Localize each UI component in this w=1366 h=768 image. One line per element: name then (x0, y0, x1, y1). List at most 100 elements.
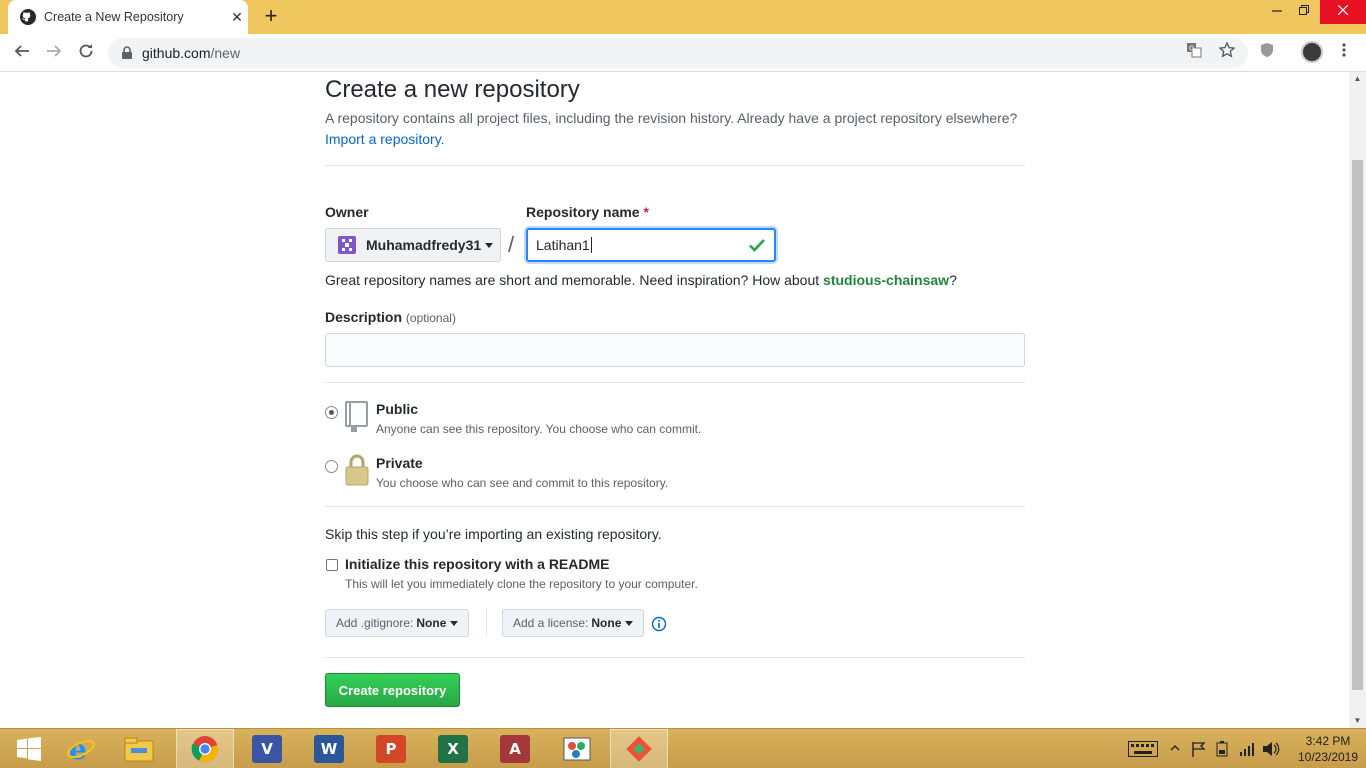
gitignore-label: Add .gitignore: (336, 616, 414, 630)
owner-label: Owner (325, 204, 369, 220)
skip-text: Skip this step if you’re importing an ex… (325, 526, 662, 542)
menu-dots-icon[interactable] (1340, 42, 1348, 62)
import-repository-link[interactable]: Import a repository. (325, 131, 445, 147)
show-hidden-icons-icon[interactable] (1170, 740, 1180, 759)
page-scrollbar[interactable]: ▲ ▼ (1349, 72, 1366, 728)
readme-title[interactable]: Initialize this repository with a README (345, 556, 609, 572)
public-title: Public (376, 401, 419, 417)
public-note: Anyone can see this repository. You choo… (376, 422, 702, 436)
translate-icon[interactable]: G (1183, 42, 1205, 64)
shield-extension-icon[interactable] (1256, 42, 1278, 64)
url-text: github.com/new (142, 45, 240, 61)
restore-icon[interactable] (1286, 0, 1322, 24)
lock-icon (122, 46, 132, 59)
repo-name-input[interactable]: Latihan1 (526, 228, 776, 262)
intro-text: A repository contains all project files,… (325, 108, 1035, 150)
new-tab-button[interactable]: + (258, 4, 284, 30)
tab-close-icon[interactable]: ✕ (226, 9, 248, 26)
svg-text:G: G (1189, 45, 1194, 53)
windows-taskbar: e V W P X A 3:42 PM 10/23/2019 (0, 728, 1366, 768)
divider (325, 165, 1025, 166)
access-letter: A (500, 735, 530, 763)
divider (325, 657, 1025, 658)
visio-letter: V (252, 735, 282, 763)
bookmark-star-icon[interactable] (1216, 41, 1238, 64)
system-clock[interactable]: 3:42 PM 10/23/2019 (1290, 733, 1366, 765)
lock-icon (345, 454, 369, 486)
windows-start-icon[interactable] (0, 729, 58, 768)
private-radio[interactable] (325, 460, 338, 473)
scroll-up-icon[interactable]: ▲ (1349, 72, 1366, 86)
powerpoint-icon[interactable]: P (362, 729, 420, 768)
public-radio[interactable] (325, 406, 338, 419)
clock-time: 3:42 PM (1305, 734, 1351, 748)
internet-explorer-icon[interactable]: e (52, 729, 110, 768)
window-close-icon[interactable] (1320, 0, 1366, 24)
browser-tab-strip: Create a New Repository ✕ + (0, 0, 1366, 34)
repo-name-label-text: Repository name (526, 204, 640, 220)
owner-value: Muhamadfredy31 (366, 237, 482, 253)
powerpoint-letter: P (376, 735, 406, 763)
scrollbar-thumb[interactable] (1352, 160, 1363, 690)
readme-note: This will let you immediately clone the … (345, 577, 698, 591)
name-hint: Great repository names are short and mem… (325, 272, 957, 288)
info-icon[interactable] (651, 616, 667, 632)
license-value: None (591, 616, 622, 630)
required-mark: * (643, 204, 649, 220)
paint-app-icon[interactable] (548, 729, 606, 768)
file-explorer-icon[interactable] (110, 729, 168, 768)
keyboard-icon[interactable] (1128, 741, 1158, 760)
reload-icon[interactable] (74, 41, 98, 65)
chevron-down-icon (450, 620, 459, 626)
address-bar[interactable]: github.com/new (108, 38, 1248, 68)
divider (486, 608, 487, 636)
volume-icon[interactable] (1262, 741, 1280, 760)
readme-checkbox[interactable] (326, 559, 338, 571)
battery-icon[interactable] (1215, 741, 1229, 760)
owner-repo-separator: / (508, 232, 515, 257)
chrome-taskbar-icon[interactable] (176, 729, 234, 768)
github-icon (20, 9, 36, 25)
word-letter: W (314, 735, 344, 763)
gitignore-value: None (416, 616, 447, 630)
license-label: Add a license: (513, 616, 589, 630)
chevron-down-icon (485, 242, 494, 248)
suggested-name-link[interactable]: studious-chainsaw (823, 272, 949, 288)
description-label-text: Description (325, 309, 403, 325)
action-center-flag-icon[interactable] (1191, 741, 1207, 760)
hint-text: Great repository names are short and mem… (325, 272, 820, 288)
profile-avatar[interactable] (1301, 41, 1323, 63)
page-title: Create a new repository (325, 76, 580, 103)
back-arrow-icon[interactable] (10, 41, 34, 65)
license-select[interactable]: Add a license: None (502, 609, 645, 637)
text-cursor (590, 237, 592, 253)
repo-book-icon (345, 401, 368, 432)
word-icon[interactable]: W (300, 729, 358, 768)
clock-date: 10/23/2019 (1297, 750, 1359, 764)
scroll-down-icon[interactable]: ▼ (1349, 714, 1366, 728)
browser-toolbar: github.com/new G (0, 34, 1366, 72)
owner-avatar-icon (338, 236, 356, 254)
gitignore-select[interactable]: Add .gitignore: None (325, 609, 470, 637)
create-repository-button[interactable]: Create repository (325, 673, 460, 707)
url-path: /new (210, 45, 241, 61)
divider (325, 506, 1025, 507)
chevron-down-icon (625, 620, 634, 626)
url-host: github.com (142, 45, 211, 61)
private-note: You choose who can see and commit to thi… (376, 476, 669, 490)
divider (325, 382, 1025, 383)
owner-select[interactable]: Muhamadfredy31 (325, 228, 501, 262)
excel-icon[interactable]: X (424, 729, 482, 768)
browser-tab[interactable]: Create a New Repository ✕ (8, 0, 248, 34)
description-label: Description (optional) (325, 309, 456, 325)
intro-description: A repository contains all project files,… (325, 110, 1018, 126)
description-input[interactable] (325, 333, 1025, 367)
optional-note: (optional) (405, 311, 456, 325)
git-app-icon[interactable] (610, 729, 668, 768)
visio-icon[interactable]: V (238, 729, 296, 768)
signal-icon[interactable] (1239, 741, 1255, 760)
hint-suffix: ? (949, 272, 957, 288)
access-icon[interactable]: A (486, 729, 544, 768)
forward-arrow-icon[interactable] (42, 41, 66, 65)
repo-name-label: Repository name * (526, 204, 649, 220)
